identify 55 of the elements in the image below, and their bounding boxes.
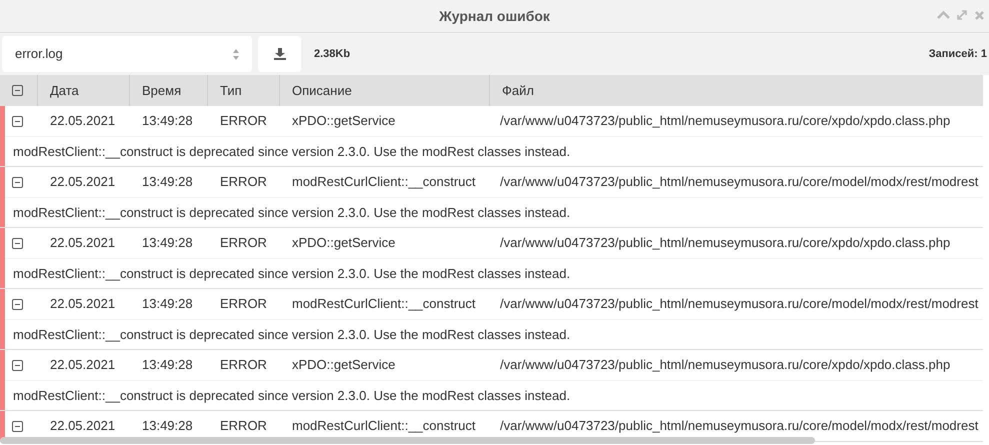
error-message: modRestClient::__construct is deprecated since version 2.3.0. Use the modRest classes instead. (13, 326, 570, 344)
column-header[interactable]: Тип (220, 80, 242, 100)
table-cell: 13:49:28 (142, 113, 193, 128)
table-cell: ERROR (220, 296, 267, 312)
collapse-row-icon[interactable] (12, 85, 23, 96)
collapse-row-icon[interactable] (12, 360, 23, 370)
table-cell: 13:49:28 (142, 357, 193, 372)
table-cell: ERROR (220, 357, 267, 372)
table-cell: ERROR (220, 174, 267, 190)
error-message: modRestClient::__construct is deprecated since version 2.3.0. Use the modRest classes instead. (13, 264, 570, 283)
error-message: modRestClient::__construct is deprecated since version 2.3.0. Use the modRest classes instead. (13, 142, 570, 161)
table-cell: 13:49:28 (142, 418, 193, 434)
table-cell: /var/www/u0473723/public_html/nemuseymusora.ru/core/xpdo/xpdo.class.php (500, 357, 950, 372)
download-icon (274, 48, 286, 60)
column-header[interactable]: Дата (50, 80, 79, 100)
window-title: Журнал ошибок (439, 6, 550, 26)
collapse-row-icon[interactable] (12, 238, 23, 248)
table-cell: 22.05.2021 (50, 418, 116, 434)
collapse-row-icon[interactable] (12, 116, 23, 126)
records-count: Записей: 1 (928, 46, 987, 62)
table-cell: /var/www/u0473723/public_html/nemuseymusora.ru/core/model/modx/rest/modrest (500, 296, 978, 312)
table-cell: 22.05.2021 (50, 235, 116, 250)
table-cell: /var/www/u0473723/public_html/nemuseymusora.ru/core/model/modx/rest/modrest (500, 174, 978, 190)
collapse-row-icon[interactable] (12, 298, 23, 310)
table-cell: xPDO::getService (292, 113, 396, 128)
table-cell: ERROR (220, 235, 267, 250)
file-select[interactable]: error.log (2, 36, 252, 72)
table-cell: xPDO::getService (292, 357, 396, 372)
table-cell: /var/www/u0473723/public_html/nemuseymusora.ru/core/xpdo/xpdo.class.php (500, 235, 950, 250)
collapse-row-icon[interactable] (12, 420, 23, 432)
table-cell: modRestCurlClient::__construct (292, 296, 476, 312)
table-cell: /var/www/u0473723/public_html/nemuseymusora.ru/core/model/modx/rest/modrest (500, 418, 978, 434)
updown-icon (232, 48, 240, 60)
column-header[interactable]: Описание (292, 80, 352, 100)
scrollbar-thumb[interactable] (0, 437, 815, 444)
table-cell: xPDO::getService (292, 235, 396, 250)
table-cell: ERROR (220, 113, 267, 128)
table-cell: 22.05.2021 (50, 113, 116, 128)
table-cell: /var/www/u0473723/public_html/nemuseymusora.ru/core/xpdo/xpdo.class.php (500, 113, 950, 128)
table-cell: 22.05.2021 (50, 357, 116, 372)
download-button[interactable] (258, 36, 301, 72)
table-cell: 13:49:28 (142, 235, 193, 250)
error-message: modRestClient::__construct is deprecated since version 2.3.0. Use the modRest classes instead. (13, 386, 570, 405)
column-header[interactable]: Файл (502, 80, 534, 100)
table-cell: ERROR (220, 418, 267, 434)
column-header[interactable]: Время (142, 80, 182, 100)
table-cell: 22.05.2021 (50, 174, 116, 190)
table-cell: modRestCurlClient::__construct (292, 418, 476, 434)
collapse-row-icon[interactable] (12, 176, 23, 188)
table-cell: 13:49:28 (142, 296, 193, 312)
error-message: modRestClient::__construct is deprecated since version 2.3.0. Use the modRest classes instead. (13, 204, 570, 222)
table-cell: modRestCurlClient::__construct (292, 174, 476, 190)
file-size: 2.38Kb (314, 46, 350, 62)
table-cell: 13:49:28 (142, 174, 193, 190)
table-cell: 22.05.2021 (50, 296, 116, 312)
